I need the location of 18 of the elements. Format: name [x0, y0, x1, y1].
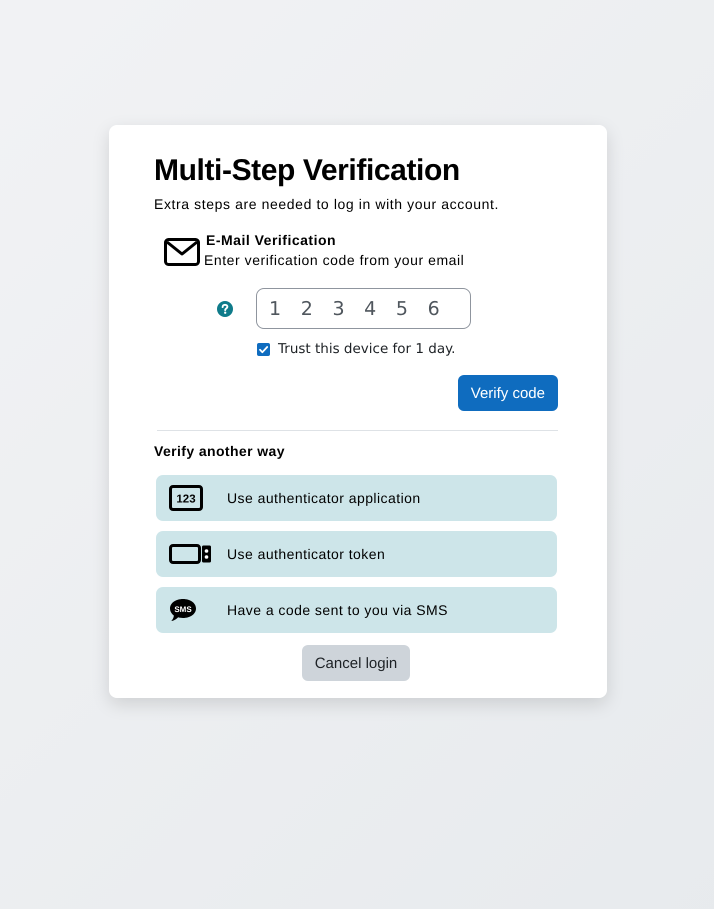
number-pad-icon: 123	[169, 485, 203, 511]
factor-title: E-Mail Verification	[205, 231, 338, 249]
verification-method-button[interactable]: SMS Have a code sent to you via SMS	[156, 587, 557, 633]
verification-method-button[interactable]: Use authenticator token	[156, 531, 557, 577]
factor-description: Enter verification code from your email	[204, 251, 464, 269]
verify-code-button[interactable]: Verify code	[458, 375, 558, 411]
verification-method-button[interactable]: 123 Use authenticator application	[156, 475, 557, 521]
help-icon	[217, 300, 233, 316]
page-title: Multi-Step Verification	[154, 153, 461, 189]
sms-bubble-icon: SMS	[169, 598, 197, 622]
trust-device-checkbox[interactable]	[257, 342, 270, 356]
subtitle-text: Extra steps are needed to log in with your account.	[154, 195, 500, 213]
envelope-icon	[164, 238, 200, 266]
cancel-login-button[interactable]: Cancel login	[302, 645, 410, 681]
verification-code-field[interactable]: 1 2 3 4 5 6	[256, 288, 471, 329]
section-heading: Verify another way	[154, 442, 286, 460]
token-device-icon	[169, 544, 212, 564]
trust-device-label: Trust this device for 1 day.	[278, 340, 456, 358]
